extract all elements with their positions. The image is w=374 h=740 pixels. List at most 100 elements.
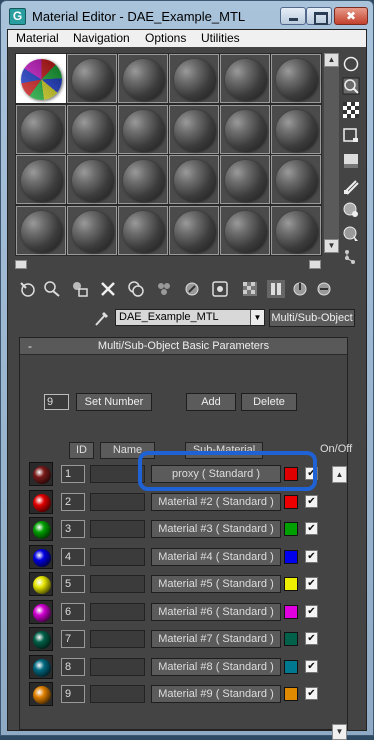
sub-material-name-field[interactable] [90,465,145,483]
sub-material-on-checkbox[interactable]: ✔ [305,687,318,700]
background-checker-icon[interactable] [342,101,360,119]
title-bar[interactable]: G Material Editor - DAE_Example_MTL [1,1,373,29]
menu-material[interactable]: Material [16,31,59,45]
close-button[interactable] [334,7,368,25]
material-slot[interactable] [271,54,321,103]
sub-material-on-checkbox[interactable]: ✔ [305,577,318,590]
select-by-material-icon[interactable] [342,225,360,243]
material-slot[interactable] [169,54,219,103]
sub-material-preview[interactable] [29,489,53,514]
scroll-down-arrow[interactable]: ▼ [324,239,339,253]
material-slot[interactable] [16,205,66,255]
material-slot[interactable] [271,104,321,154]
sub-material-name-field[interactable] [90,685,145,703]
sub-material-button[interactable]: Material #9 ( Standard ) [151,685,281,703]
menu-utilities[interactable]: Utilities [201,31,240,45]
material-slot[interactable] [118,155,168,204]
material-id-channel-icon[interactable] [210,279,230,299]
sub-material-name-field[interactable] [90,492,145,511]
sub-material-button[interactable]: Material #5 ( Standard ) [151,575,281,593]
sub-material-color-swatch[interactable] [284,577,298,591]
sub-material-on-checkbox[interactable]: ✔ [305,549,318,563]
show-map-in-viewport-icon[interactable] [240,279,260,299]
scroll-left-arrow[interactable] [15,260,27,269]
sub-material-preview[interactable] [29,627,53,651]
sub-material-preview[interactable] [29,544,53,569]
sub-material-button[interactable]: Material #4 ( Standard ) [151,547,281,566]
make-preview-icon[interactable] [342,178,360,196]
sub-material-preview[interactable] [29,654,53,679]
sub-material-id-field[interactable]: 4 [61,547,85,566]
material-slot[interactable] [169,155,219,204]
sub-material-id-field[interactable]: 6 [61,602,85,621]
material-slot[interactable] [220,54,270,103]
get-material-icon[interactable] [18,279,38,299]
material-slot[interactable] [67,205,117,255]
sub-material-on-checkbox[interactable]: ✔ [305,604,318,618]
sub-material-button[interactable]: Material #3 ( Standard ) [151,520,281,538]
material-slot[interactable] [169,205,219,255]
material-slot[interactable] [16,104,66,154]
sub-material-id-field[interactable]: 7 [61,630,85,648]
sub-material-color-swatch[interactable] [284,659,298,674]
material-navigator-icon[interactable] [342,248,360,266]
sub-material-count-field[interactable]: 9 [44,394,69,410]
sub-material-on-checkbox[interactable]: ✔ [305,494,318,508]
slot-horizontal-scrollbar[interactable] [15,260,322,269]
sub-material-color-swatch[interactable] [284,549,298,564]
sub-material-button[interactable]: Material #7 ( Standard ) [151,630,281,648]
column-header-id[interactable]: ID [69,442,94,459]
sub-material-button[interactable]: Material #2 ( Standard ) [151,492,281,511]
sub-material-name-field[interactable] [90,520,145,538]
put-to-library-icon[interactable] [182,279,202,299]
material-slot[interactable] [220,155,270,204]
sub-material-button[interactable]: Material #8 ( Standard ) [151,657,281,676]
sub-material-preview[interactable] [29,572,53,596]
sub-material-name-field[interactable] [90,575,145,593]
maximize-button[interactable] [306,7,332,25]
sub-material-color-swatch[interactable] [284,687,298,701]
list-scroll-down-arrow[interactable]: ▼ [332,724,347,740]
sub-material-name-field[interactable] [90,657,145,676]
sub-material-color-swatch[interactable] [284,632,298,646]
sub-material-preview[interactable] [29,682,53,706]
sub-material-on-checkbox[interactable]: ✔ [305,659,318,673]
make-unique-icon[interactable] [154,279,174,299]
sub-material-color-swatch[interactable] [284,522,298,536]
sub-material-on-checkbox[interactable]: ✔ [305,522,318,535]
pick-material-eyedropper-icon[interactable] [94,309,110,327]
rollout-header[interactable]: - Multi/Sub-Object Basic Parameters [20,338,347,355]
show-end-result-icon[interactable] [266,279,286,299]
sub-material-id-field[interactable]: 3 [61,520,85,538]
material-slot[interactable] [169,104,219,154]
material-slot[interactable] [220,205,270,255]
minimize-button[interactable] [280,7,306,25]
assign-material-to-selection-icon[interactable] [70,279,90,299]
set-number-button[interactable]: Set Number [76,393,152,411]
sub-material-name-field[interactable] [90,630,145,648]
sample-uv-tiling-icon[interactable] [342,126,360,144]
sub-material-id-field[interactable]: 8 [61,657,85,676]
material-slot[interactable] [118,104,168,154]
copy-material-icon[interactable] [126,279,146,299]
sub-material-id-field[interactable]: 1 [61,465,85,483]
sub-material-id-field[interactable]: 2 [61,492,85,511]
material-slot[interactable] [67,104,117,154]
material-slot[interactable] [118,54,168,103]
put-material-to-scene-icon[interactable] [42,279,62,299]
sample-type-icon[interactable] [342,55,360,73]
material-slot[interactable] [220,104,270,154]
material-name-dropdown-arrow[interactable]: ▼ [250,310,264,325]
add-button[interactable]: Add [186,393,236,411]
backlight-icon[interactable] [342,77,360,95]
sub-material-id-field[interactable]: 9 [61,685,85,703]
options-icon[interactable] [342,201,360,219]
material-slot[interactable] [67,54,117,103]
material-slot[interactable] [118,205,168,255]
material-slot[interactable] [16,54,66,103]
menu-options[interactable]: Options [145,31,186,45]
material-slot[interactable] [67,155,117,204]
reset-map-icon[interactable] [98,279,118,299]
go-to-parent-icon[interactable] [290,279,310,299]
slot-vertical-scrollbar[interactable]: ▲ ▼ [324,53,339,253]
